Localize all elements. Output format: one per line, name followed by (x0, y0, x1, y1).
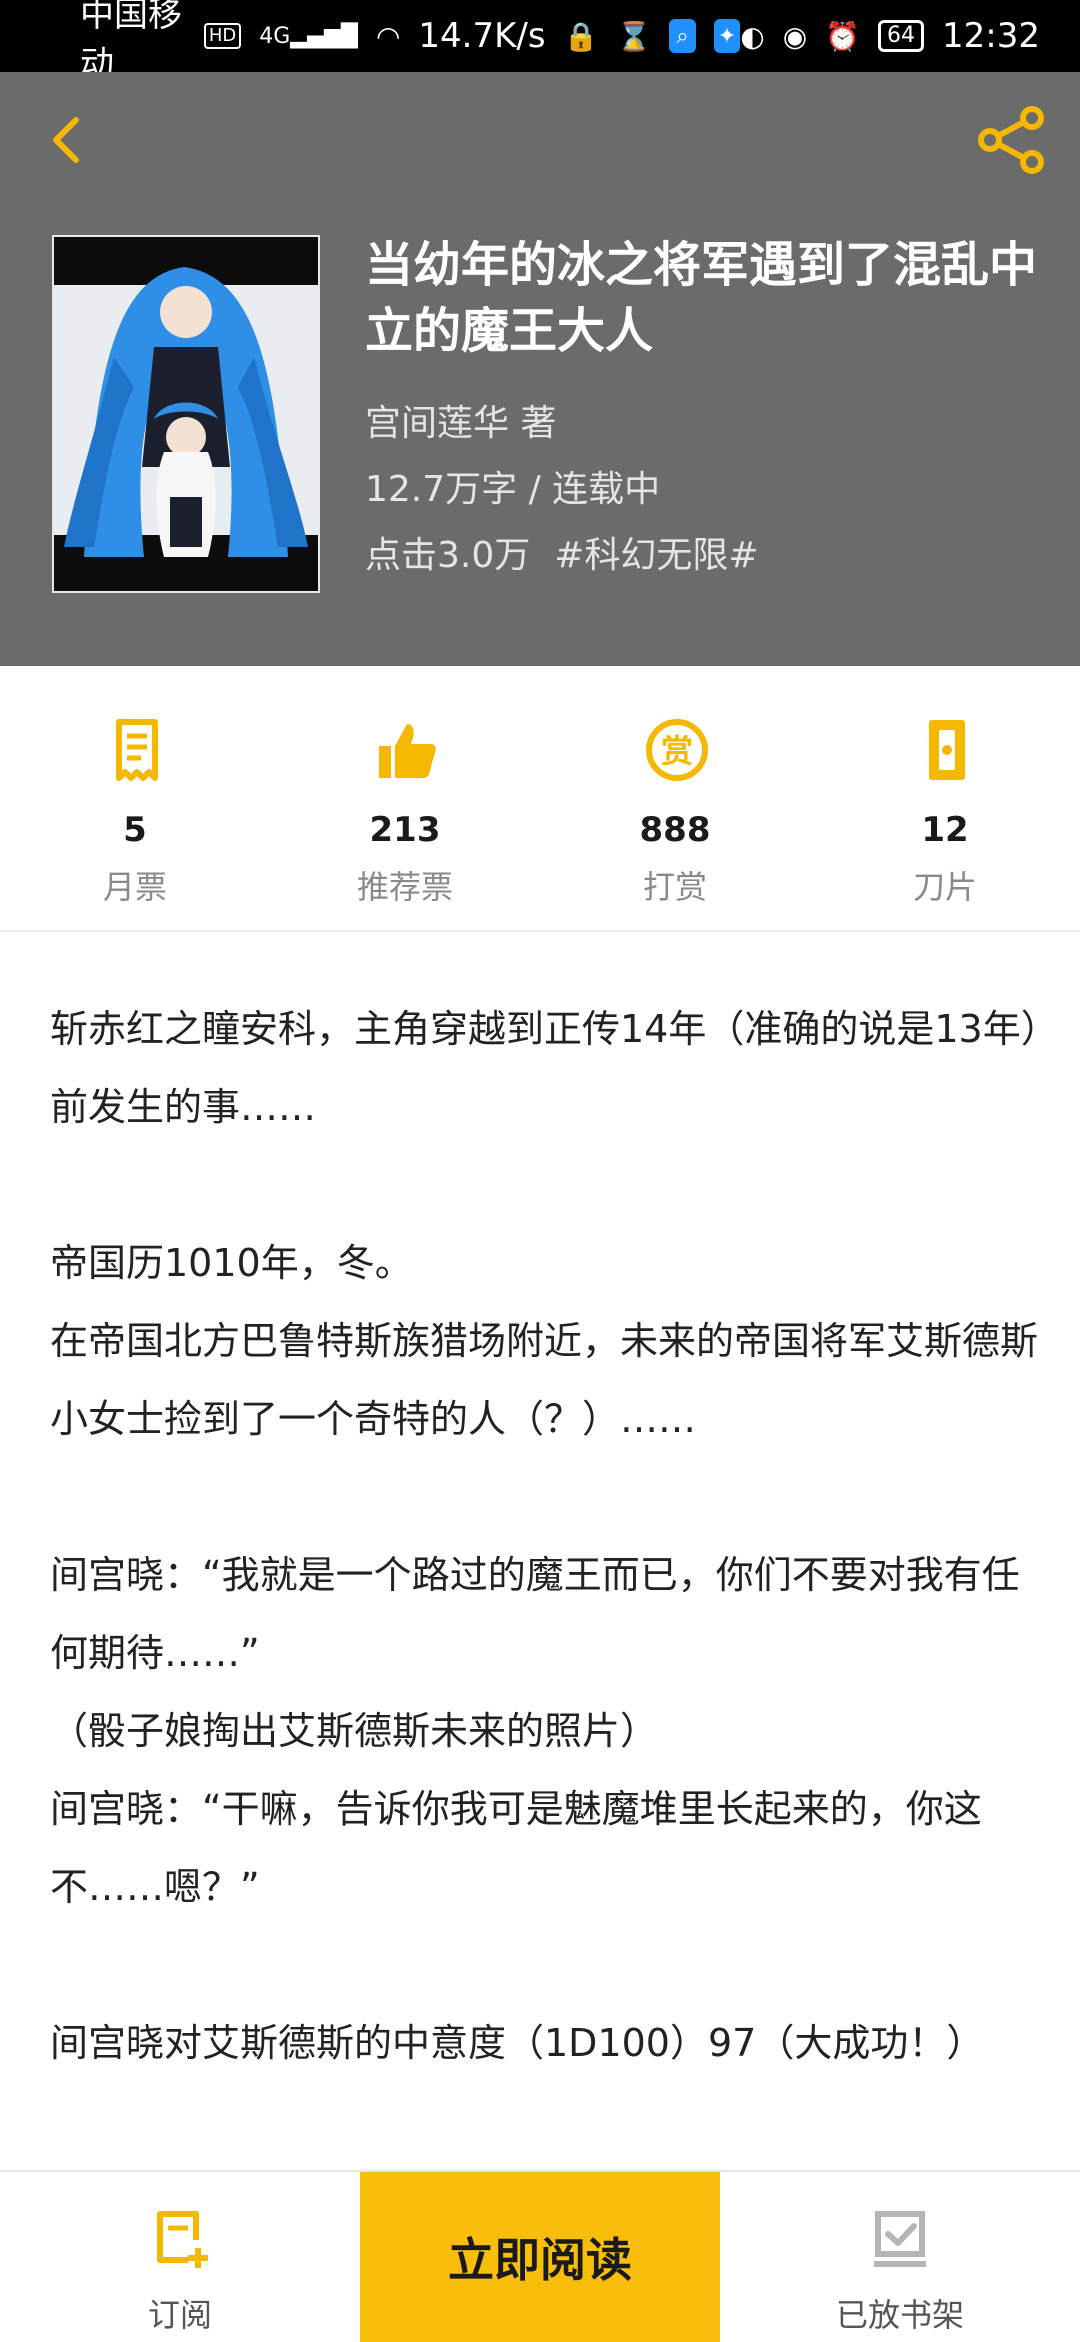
description-paragraph: 间宫晓对艾斯德斯的中意度（1D100）97（大成功！） (50, 2021, 985, 2065)
status-bar: 中国移动 HD 4G▂▄▆█ ◠ 14.7K/s 🔒 ⌛ ⌕ ✦ ◐ ◉ ⏰ 6… (0, 0, 1080, 84)
eye-icon: ◉ (782, 19, 808, 53)
book-cover[interactable] (52, 235, 320, 593)
read-now-button[interactable]: 立即阅读 (360, 2172, 720, 2342)
description-paragraph: 间宫晓：“干嘛，告诉你我可是魅魔堆里长起来的，你这不……嗯？” (50, 1787, 982, 1909)
stats-row: 5 月票 213 推荐票 赏 888 打赏 12 刀片 (0, 666, 1080, 932)
read-now-label: 立即阅读 (448, 2233, 632, 2287)
search-app-icon: ⌕ (669, 19, 696, 53)
lock-icon: 🔒 (563, 19, 599, 53)
bulb-app-icon: ✦ (713, 19, 741, 53)
stat-label: 打赏 (642, 868, 707, 906)
book-clicks: 点击3.0万 (365, 535, 531, 576)
hourglass-icon: ⌛ (616, 19, 652, 53)
network-speed: 14.7K/s (418, 16, 546, 56)
stat-label: 刀片 (912, 868, 977, 906)
battery-icon: 64 (878, 20, 925, 52)
subscribe-icon (157, 2211, 208, 2268)
signal-icon: 4G▂▄▆█ (259, 23, 358, 49)
book-author[interactable]: 宫间莲华 著 (365, 394, 556, 446)
ticket-icon (116, 719, 158, 781)
svg-text:赏: 赏 (661, 732, 693, 770)
book-tag[interactable]: #科幻无限# (554, 535, 758, 576)
stat-value: 888 (639, 810, 711, 850)
blade-icon (929, 720, 965, 780)
description-paragraph: 间宫晓：“我就是一个路过的魔王而已，你们不要对我有任何期待……” (50, 1553, 1020, 1675)
stat-value: 213 (369, 810, 441, 850)
battery-level: 64 (887, 23, 916, 48)
on-shelf-label: 已放书架 (835, 2296, 964, 2334)
stat-value: 12 (921, 810, 969, 850)
bookshelf-check-icon (874, 2211, 926, 2267)
stat-value: 5 (123, 810, 147, 850)
wifi-icon: ◠ (375, 19, 401, 53)
status-right: ◐ ◉ ⏰ 64 12:32 (740, 16, 1040, 56)
reward-coin-icon: 赏 (646, 719, 708, 781)
stat-reward[interactable]: 赏 888 打赏 (540, 666, 810, 930)
description-paragraph: 斩赤红之瞳安科，主角穿越到正传14年（准确的说是13年）前发生的事…… (50, 1007, 1040, 1129)
hd-badge: HD (203, 23, 242, 49)
share-icon (978, 106, 1044, 174)
data-saver-icon: ◐ (740, 19, 765, 53)
book-header: 当幼年的冰之将军遇到了混乱中立的魔王大人 宫间莲华 著 12.7万字 / 连载中… (0, 72, 1080, 666)
subscribe-button[interactable]: 订阅 (0, 2172, 360, 2342)
book-description: 斩赤红之瞳安科，主角穿越到正传14年（准确的说是13年）前发生的事…… 帝国历1… (50, 990, 1040, 2082)
on-shelf-button[interactable]: 已放书架 (720, 2172, 1080, 2342)
stat-monthly-ticket[interactable]: 5 月票 (0, 666, 270, 930)
description-paragraph: （骰子娘掏出艾斯德斯未来的照片） (50, 1709, 659, 1753)
book-word-count-status: 12.7万字 / 连载中 (365, 469, 661, 510)
description-paragraph: 帝国历1010年，冬。 (50, 1241, 413, 1285)
stat-label: 推荐票 (356, 868, 453, 906)
bottom-action-bar: 订阅 立即阅读 已放书架 (0, 2170, 1080, 2342)
network-type: 4G (259, 23, 291, 49)
subscribe-label: 订阅 (147, 2296, 212, 2334)
share-button[interactable] (974, 102, 1050, 178)
book-title: 当幼年的冰之将军遇到了混乱中立的魔王大人 (365, 237, 1038, 359)
stat-label: 月票 (102, 868, 167, 906)
book-click-row: 点击3.0万 #科幻无限# (365, 526, 759, 578)
stat-blade[interactable]: 12 刀片 (810, 666, 1080, 930)
back-button[interactable] (40, 112, 96, 168)
thumbs-up-icon (379, 724, 436, 778)
description-paragraph: 在帝国北方巴鲁特斯族猎场附近，未来的帝国将军艾斯德斯小女士捡到了一个奇特的人（？… (50, 1319, 1039, 1441)
alarm-icon: ⏰ (825, 19, 861, 53)
stat-recommend-ticket[interactable]: 213 推荐票 (270, 666, 540, 930)
cover-illustration (54, 237, 318, 591)
clock: 12:32 (942, 16, 1040, 56)
chevron-left-icon (53, 117, 79, 163)
